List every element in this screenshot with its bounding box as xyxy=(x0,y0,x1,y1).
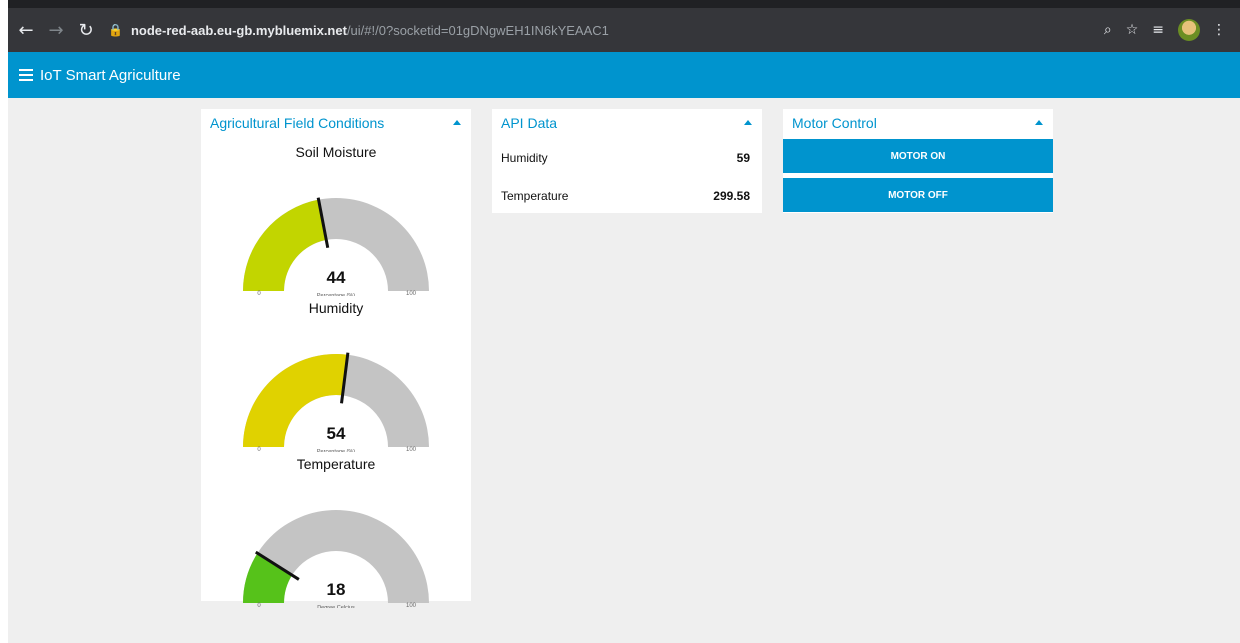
api-row-humidity: Humidity 59 xyxy=(492,143,762,173)
gauge-min-label: 0 xyxy=(257,603,261,608)
collapse-icon[interactable] xyxy=(453,120,461,125)
gauge-title: Temperature xyxy=(296,456,376,472)
profile-avatar[interactable] xyxy=(1178,19,1200,41)
card-title: Agricultural Field Conditions xyxy=(210,115,385,131)
gauge-min-label: 0 xyxy=(257,447,261,452)
gauge-unit: Degree Celcius xyxy=(317,605,355,608)
motor-on-button[interactable]: MOTOR ON xyxy=(783,139,1053,173)
api-row-temperature: Temperature 299.58 xyxy=(492,181,762,211)
back-icon[interactable]: ← xyxy=(14,20,38,41)
gauge-min-label: 0 xyxy=(257,291,261,296)
gauge-value: 44 xyxy=(327,268,346,287)
gauge-value: 54 xyxy=(327,424,346,443)
row-value: 299.58 xyxy=(713,189,750,203)
gauge-2: 18 Degree Celcius 0 100 xyxy=(243,510,429,608)
field-conditions-card: Agricultural Field Conditions Soil Moist… xyxy=(201,109,471,608)
zoom-icon[interactable]: ⌕ xyxy=(1104,22,1112,38)
media-queue-icon[interactable]: ≡ xyxy=(1152,22,1164,38)
row-value: 59 xyxy=(736,151,750,165)
gauge-1: 54 Percentage (%) 0 100 xyxy=(243,352,429,452)
motor-control-card: Motor Control MOTOR ON MOTOR OFF xyxy=(783,109,1053,213)
hamburger-menu-icon[interactable] xyxy=(19,69,33,81)
gauge-max-label: 100 xyxy=(406,447,417,452)
gauge-max-label: 100 xyxy=(406,291,417,296)
field-conditions-header[interactable]: Agricultural Field Conditions xyxy=(201,109,471,137)
row-label: Humidity xyxy=(501,151,548,165)
browser-tab-strip[interactable] xyxy=(8,0,1240,8)
app-header: IoT Smart Agriculture xyxy=(8,52,1240,98)
motor-control-header[interactable]: Motor Control xyxy=(783,109,1053,137)
bookmark-star-icon[interactable]: ☆ xyxy=(1126,22,1139,38)
gauge-value: 18 xyxy=(327,580,346,599)
gauge-max-label: 100 xyxy=(406,603,417,608)
api-data-header[interactable]: API Data xyxy=(492,109,762,137)
card-title: API Data xyxy=(501,115,558,131)
browser-toolbar: ← → ↻ 🔒 node-red-aab.eu-gb.mybluemix.net… xyxy=(8,8,1240,52)
gauge-unit: Percentage (%) xyxy=(317,449,355,452)
row-label: Temperature xyxy=(501,189,569,203)
motor-off-button[interactable]: MOTOR OFF xyxy=(783,178,1053,212)
collapse-icon[interactable] xyxy=(1035,120,1043,125)
address-bar[interactable]: 🔒 node-red-aab.eu-gb.mybluemix.net /ui/#… xyxy=(108,17,1238,43)
more-menu-icon[interactable]: ⋮ xyxy=(1212,22,1226,38)
collapse-icon[interactable] xyxy=(744,120,752,125)
lock-icon: 🔒 xyxy=(108,23,123,37)
app-title: IoT Smart Agriculture xyxy=(40,66,181,84)
browser-actions: ⌕ ☆ ≡ ⋮ xyxy=(1104,8,1240,52)
gauge-unit: Percentage (%) xyxy=(317,293,355,296)
card-title: Motor Control xyxy=(792,115,877,131)
url-host: node-red-aab.eu-gb.mybluemix.net xyxy=(130,22,347,38)
api-data-card: API Data Humidity 59 Temperature 299.58 xyxy=(492,109,762,213)
gauge-title: Soil Moisture xyxy=(295,144,377,160)
reload-icon[interactable]: ↻ xyxy=(74,20,98,41)
forward-icon[interactable]: → xyxy=(44,20,68,41)
gauge-fill xyxy=(243,199,327,291)
gauge-0: 44 Percentage (%) 0 100 xyxy=(243,197,429,296)
url-path: /ui/#!/0?socketid=01gDNgwEH1IN6kYEAAC1 xyxy=(346,22,609,38)
gauge-title: Humidity xyxy=(308,300,364,316)
